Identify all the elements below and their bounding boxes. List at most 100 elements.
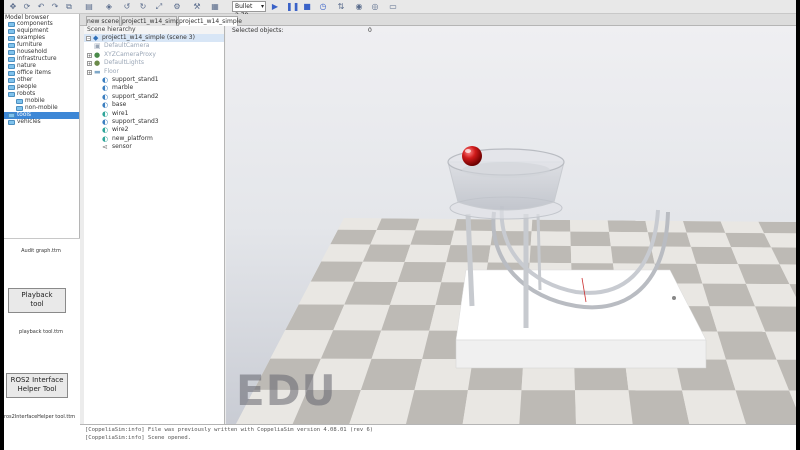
model-folder-mobile[interactable]: mobile xyxy=(4,98,79,105)
scale-icon[interactable]: ⤢ xyxy=(154,2,164,12)
redo-icon[interactable]: ↻ xyxy=(138,2,148,12)
floor-tile xyxy=(381,304,436,331)
hierarchy-item-support-stand3[interactable]: ◐ support_stand3 xyxy=(84,118,224,126)
model-folder-tools[interactable]: tools xyxy=(4,112,79,119)
model-folder-furniture[interactable]: furniture xyxy=(4,42,79,49)
redo-icon[interactable]: ↷ xyxy=(50,2,60,12)
rotate-icon[interactable]: ⟳ xyxy=(22,2,32,12)
shape-icon: ◐ xyxy=(102,75,109,84)
hierarchy-item-sensor[interactable]: ⋖ sensor xyxy=(84,143,224,151)
folder-icon xyxy=(16,106,23,111)
floor-tile xyxy=(519,390,576,424)
collapse-icon[interactable]: − xyxy=(86,36,91,41)
floor-tile xyxy=(682,390,746,424)
hierarchy-item-xyzcameraproxy[interactable]: + ● XYZCameraProxy xyxy=(84,51,224,59)
undo-icon[interactable]: ↺ xyxy=(122,2,132,12)
model-folder-components[interactable]: components xyxy=(4,21,79,28)
floor-tile xyxy=(354,261,405,283)
floor-tile xyxy=(570,231,611,247)
floor-tile xyxy=(310,261,363,282)
floor-tile xyxy=(702,283,756,307)
model-folder-nature[interactable]: nature xyxy=(4,63,79,70)
model-folder-vehicles[interactable]: vehicles xyxy=(4,119,79,126)
model-folder-non-mobile[interactable]: non-mobile xyxy=(4,105,79,112)
scene-render xyxy=(236,146,796,424)
select-icon[interactable]: ◈ xyxy=(104,2,114,12)
tab-scene-2[interactable]: project1_w14_simple xyxy=(121,16,185,26)
thumbnail-label: Helper Tool xyxy=(17,385,57,393)
tab-scene-3[interactable]: project1_w14_simple xyxy=(178,16,242,26)
edu-watermark: EDU xyxy=(236,366,337,415)
move-icon[interactable]: ✥ xyxy=(8,2,18,12)
hierarchy-item-marble[interactable]: ◐ marble xyxy=(84,84,224,92)
expand-icon[interactable]: + xyxy=(87,52,92,58)
assembly-icon[interactable]: ⚙ xyxy=(172,2,182,12)
floor-tile xyxy=(410,230,455,246)
thumbnail-caption: Audit graph.ttm xyxy=(21,248,61,254)
model-folder-equipment[interactable]: equipment xyxy=(4,28,79,35)
model-folder-examples[interactable]: examples xyxy=(4,35,79,42)
lock-icon[interactable]: ▭ xyxy=(388,2,398,12)
sim-settings-icon[interactable]: ▦ xyxy=(210,2,220,12)
hierarchy-item-base[interactable]: ◐ base xyxy=(84,101,224,109)
floor-tile xyxy=(530,231,571,246)
expand-icon[interactable]: + xyxy=(87,69,92,75)
folder-icon xyxy=(8,64,15,69)
hierarchy-item-new-platform[interactable]: ◐ new_platform xyxy=(84,135,224,143)
thumbnail-label: tool xyxy=(30,300,44,308)
hierarchy-item-defaultcamera[interactable]: ▣ DefaultCamera xyxy=(84,42,224,50)
model-folder-infrastructure[interactable]: infrastructure xyxy=(4,56,79,63)
floor-tile xyxy=(370,230,416,245)
hierarchy-item-support-stand1[interactable]: ◐ support_stand1 xyxy=(84,76,224,84)
model-folder-people[interactable]: people xyxy=(4,84,79,91)
console-line: [CoppeliaSim:info] File was previously w… xyxy=(85,427,374,433)
model-browser-title: Model browser xyxy=(5,14,49,21)
model-browser: Model browser components equipment examp… xyxy=(4,14,80,450)
thumbnail-caption: ros2InterfaceHelper tool.ttm xyxy=(4,414,76,420)
paste-icon[interactable]: ▤ xyxy=(84,2,94,12)
floor-tile xyxy=(397,262,447,283)
hierarchy-item-wire1[interactable]: ◐ wire1 xyxy=(84,110,224,118)
hierarchy-item-defaultlights[interactable]: + ● DefaultLights xyxy=(84,59,224,67)
thumbnail-label: ROS2 Interface xyxy=(10,376,64,384)
model-folder-office-items[interactable]: office items xyxy=(4,70,79,77)
play-icon[interactable]: ▶ xyxy=(270,2,280,12)
folder-icon xyxy=(8,92,15,97)
light-icon: ● xyxy=(94,59,101,68)
camera-icon: ▣ xyxy=(94,42,101,51)
expand-icon[interactable]: + xyxy=(87,61,92,67)
camera-icon[interactable]: ◉ xyxy=(354,2,364,12)
scene-root[interactable]: − ◆ project1_w14_simple (scene 3) xyxy=(84,34,224,43)
folder-icon xyxy=(8,36,15,41)
floor-tile xyxy=(735,390,796,424)
ros2-interface-tool-thumbnail[interactable]: ROS2 Interface Helper Tool xyxy=(6,373,68,398)
model-thumbnails: Audit graph.ttm Playback tool playback t… xyxy=(4,238,80,450)
model-folder-robots[interactable]: robots xyxy=(4,91,79,98)
realtime-icon[interactable]: ◷ xyxy=(318,2,328,12)
shape-icon: ◐ xyxy=(102,101,109,110)
scene-viewport[interactable]: Selected objects: 0 EDU xyxy=(226,26,796,424)
floor-tile xyxy=(575,390,633,424)
stop-icon[interactable]: ■ xyxy=(302,2,312,12)
floor-tile xyxy=(683,221,726,233)
floor-tile xyxy=(360,358,423,391)
settings-icon[interactable]: ⚒ xyxy=(192,2,202,12)
thread-icon[interactable]: ⇅ xyxy=(336,2,346,12)
hierarchy-item-floor[interactable]: + ▬ Floor xyxy=(84,68,224,76)
model-folder-household[interactable]: household xyxy=(4,49,79,56)
floor-tile xyxy=(720,221,765,234)
physics-engine-select[interactable]: Bullet 2.78 ▾ xyxy=(232,1,266,19)
floor-tile xyxy=(607,220,648,233)
undo-icon[interactable]: ↶ xyxy=(36,2,46,12)
pause-icon[interactable]: ❚❚ xyxy=(286,2,299,12)
eye-icon[interactable]: ◎ xyxy=(370,2,380,12)
tab-new-scene[interactable]: new scene xyxy=(86,16,120,26)
playback-tool-thumbnail[interactable]: Playback tool xyxy=(8,288,66,313)
floor-tile xyxy=(321,244,371,262)
floor-tile xyxy=(415,218,457,231)
model-folder-other[interactable]: other xyxy=(4,77,79,84)
copy-icon[interactable]: ⧉ xyxy=(64,2,74,12)
hierarchy-item-support-stand2[interactable]: ◐ support_stand2 xyxy=(84,93,224,101)
hierarchy-item-wire2[interactable]: ◐ wire2 xyxy=(84,126,224,134)
folder-icon xyxy=(8,113,15,118)
